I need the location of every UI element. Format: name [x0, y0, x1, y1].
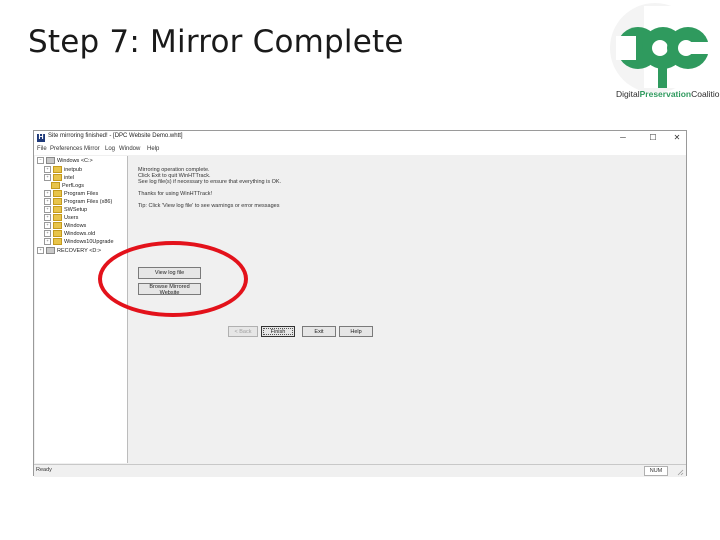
- expand-icon[interactable]: +: [44, 190, 51, 198]
- directory-tree[interactable]: − Windows <C:> + inetpub + intel PerfLogs +…: [35, 156, 128, 463]
- tree-item-label: Windows.old: [64, 231, 96, 237]
- menu-bar: File Preferences Mirror Log Window Help: [34, 145, 686, 155]
- expand-icon[interactable]: +: [44, 206, 51, 214]
- finish-button[interactable]: Finish: [261, 326, 295, 337]
- tree-item-program-files[interactable]: + Program Files: [44, 190, 98, 198]
- status-text: Ready: [36, 467, 52, 473]
- folder-icon: [53, 214, 62, 222]
- help-button[interactable]: Help: [339, 326, 373, 337]
- menu-mirror[interactable]: Mirror: [84, 146, 100, 152]
- tree-item-users[interactable]: + Users: [44, 214, 78, 222]
- message-thanks: Thanks for using WinHTTrack!: [138, 191, 213, 197]
- folder-icon: [53, 222, 62, 230]
- folder-icon: [53, 238, 62, 246]
- folder-icon: [51, 182, 60, 190]
- tree-item-recovery-d[interactable]: + RECOVERY <D:>: [37, 247, 101, 255]
- tree-item-label: Program Files: [64, 191, 99, 197]
- expand-icon[interactable]: +: [37, 247, 44, 255]
- folder-icon: [53, 190, 62, 198]
- num-lock-indicator: NUM: [644, 466, 668, 476]
- tree-item-label: Windows10Upgrade: [64, 239, 114, 245]
- tree-item-label: intel: [64, 175, 75, 181]
- tree-item-label: PerfLogs: [62, 183, 85, 189]
- message-tip: Tip: Click 'View log file' to see warnin…: [138, 203, 280, 209]
- drive-icon: [46, 247, 55, 255]
- logo-wordmark: DigitalPreservationCoalition: [616, 89, 720, 99]
- tree-item-swsetup[interactable]: + SWSetup: [44, 206, 87, 214]
- tree-item-perflogs[interactable]: PerfLogs: [51, 182, 84, 190]
- tree-item-inetpub[interactable]: + inetpub: [44, 166, 82, 174]
- menu-window[interactable]: Window: [119, 146, 140, 152]
- expand-icon[interactable]: +: [44, 166, 51, 174]
- exit-button[interactable]: Exit: [302, 326, 336, 337]
- expand-icon[interactable]: +: [44, 214, 51, 222]
- tree-item-label: RECOVERY <D:>: [57, 248, 102, 254]
- tree-item-program-files-x86[interactable]: + Program Files (x86): [44, 198, 112, 206]
- menu-help[interactable]: Help: [147, 146, 159, 152]
- logo-word-digital: Digital: [616, 89, 640, 99]
- tree-item-windows10upgrade[interactable]: + Windows10Upgrade: [44, 238, 114, 246]
- httrack-app-icon: H: [37, 134, 45, 142]
- status-bar: Ready NUM: [34, 464, 686, 477]
- close-icon[interactable]: ✕: [670, 131, 684, 145]
- expand-icon[interactable]: +: [44, 238, 51, 246]
- expand-icon[interactable]: +: [44, 198, 51, 206]
- tree-item-intel[interactable]: + intel: [44, 174, 74, 182]
- menu-file[interactable]: File: [37, 146, 47, 152]
- message-log-hint: See log file(s) if necessary to ensure t…: [138, 179, 282, 185]
- expand-icon[interactable]: +: [44, 174, 51, 182]
- expand-icon[interactable]: +: [44, 230, 51, 238]
- tree-item-label: inetpub: [64, 167, 83, 173]
- tree-item-label: Users: [64, 215, 79, 221]
- collapse-icon[interactable]: −: [37, 157, 44, 165]
- tree-item-label: Program Files (x86): [64, 199, 113, 205]
- tree-item-label: Windows <C:>: [57, 158, 93, 164]
- drive-icon: [46, 157, 55, 165]
- window-title: Site mirroring finished! - [DPC Website …: [48, 133, 183, 139]
- minimize-icon[interactable]: ─: [616, 131, 630, 145]
- folder-icon: [53, 230, 62, 238]
- maximize-icon[interactable]: ☐: [646, 131, 660, 145]
- tree-item-windows-old[interactable]: + Windows.old: [44, 230, 95, 238]
- menu-preferences[interactable]: Preferences: [50, 146, 82, 152]
- back-button[interactable]: < Back: [228, 326, 258, 337]
- slide-title: Step 7: Mirror Complete: [28, 24, 404, 60]
- red-highlight-ellipse: [98, 241, 248, 317]
- tree-item-label: Windows: [64, 223, 87, 229]
- expand-icon[interactable]: +: [44, 222, 51, 230]
- folder-icon: [53, 166, 62, 174]
- resize-grip-icon[interactable]: [676, 468, 684, 476]
- logo-word-preservation: Preservation: [639, 89, 692, 99]
- folder-icon: [53, 174, 62, 182]
- tree-item-label: SWSetup: [64, 207, 88, 213]
- tree-item-windows[interactable]: + Windows: [44, 222, 86, 230]
- logo-word-coalition: Coalition: [691, 89, 720, 99]
- folder-icon: [53, 198, 62, 206]
- folder-icon: [53, 206, 62, 214]
- menu-log[interactable]: Log: [105, 146, 115, 152]
- tree-item-windows-c[interactable]: − Windows <C:>: [37, 157, 93, 165]
- title-bar: H Site mirroring finished! - [DPC Websit…: [34, 131, 686, 145]
